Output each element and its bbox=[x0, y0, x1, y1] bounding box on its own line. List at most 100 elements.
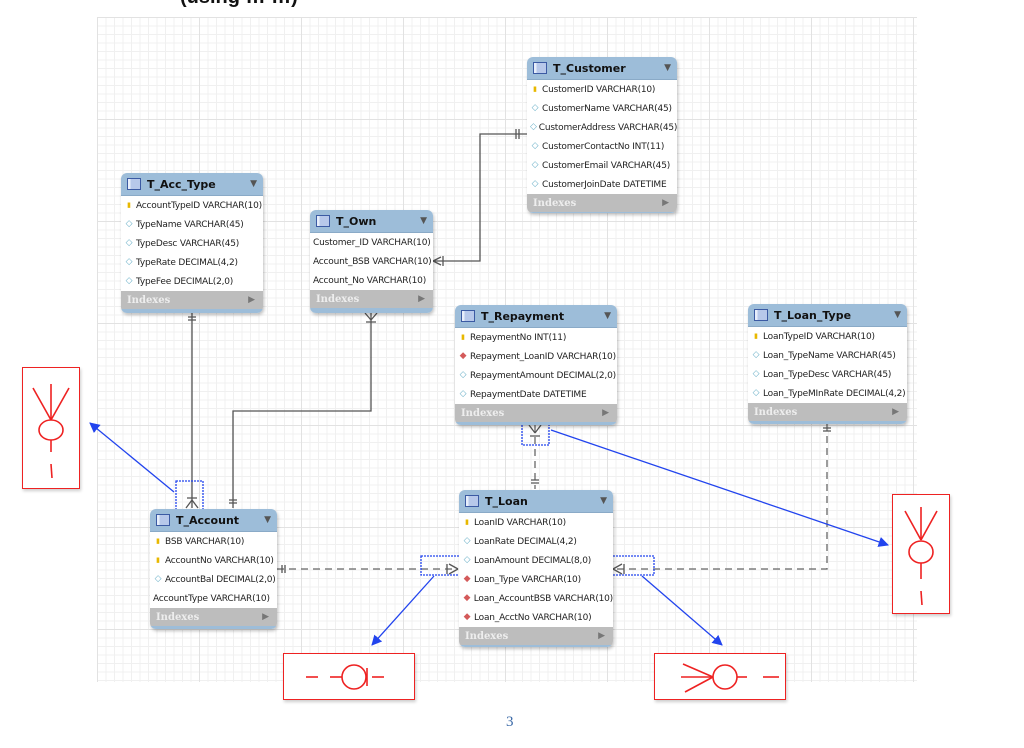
column-row[interactable]: ▮ BSB VARCHAR(10) bbox=[150, 532, 277, 551]
column-icon: ◇ bbox=[752, 350, 760, 360]
collapse-arrow-icon[interactable]: ▼ bbox=[600, 496, 607, 506]
indexes-section[interactable]: Indexes ▶ bbox=[121, 291, 263, 309]
table-footer bbox=[748, 421, 907, 424]
expand-arrow-icon[interactable]: ▶ bbox=[262, 612, 269, 622]
indexes-section[interactable]: Indexes ▶ bbox=[748, 403, 907, 421]
column-row[interactable]: ▮ CustomerID VARCHAR(10) bbox=[527, 80, 677, 99]
expand-arrow-icon[interactable]: ▶ bbox=[248, 295, 255, 305]
table-t-account[interactable]: T_Account ▼ ▮ BSB VARCHAR(10) ▮ AccountNo VA… bbox=[150, 509, 277, 629]
column-icon: ◇ bbox=[531, 103, 539, 113]
column-row[interactable]: ▮ AccountNo VARCHAR(10) bbox=[150, 551, 277, 570]
column-row[interactable]: ◇ AccountBal DECIMAL(2,0) bbox=[150, 570, 277, 589]
column-row[interactable]: ◇ CustomerEmail VARCHAR(45) bbox=[527, 156, 677, 175]
table-footer bbox=[150, 626, 277, 629]
column-row[interactable]: Account_BSB VARCHAR(10) bbox=[310, 252, 433, 271]
expand-arrow-icon[interactable]: ▶ bbox=[598, 631, 605, 641]
column-row[interactable]: ◇ TypeFee DECIMAL(2,0) bbox=[121, 272, 263, 291]
table-name: T_Customer bbox=[553, 61, 626, 75]
column-row[interactable]: ▮ LoanID VARCHAR(10) bbox=[459, 513, 613, 532]
column-row[interactable]: ◇ Loan_TypeName VARCHAR(45) bbox=[748, 346, 907, 365]
table-header[interactable]: T_Acc_Type ▼ bbox=[121, 173, 263, 196]
one-zero-one-icon bbox=[306, 664, 384, 690]
indexes-section[interactable]: Indexes ▶ bbox=[310, 290, 433, 308]
column-text: Account_BSB VARCHAR(10) bbox=[313, 256, 432, 267]
column-text: Repayment_LoanID VARCHAR(10) bbox=[470, 351, 616, 362]
table-icon bbox=[156, 514, 170, 526]
collapse-arrow-icon[interactable]: ▼ bbox=[420, 216, 427, 226]
table-t-repayment[interactable]: T_Repayment ▼ ▮ RepaymentNo INT(11) ◆ Repaym… bbox=[455, 305, 617, 425]
column-row[interactable]: ◆ Loan_AccountBSB VARCHAR(10) bbox=[459, 589, 614, 608]
table-t-loan[interactable]: T_Loan ▼ ▮ LoanID VARCHAR(10) ◇ LoanRate DEC… bbox=[459, 490, 613, 647]
table-t-loan-type[interactable]: T_Loan_Type ▼ ▮ LoanTypeID VARCHAR(10) ◇ Loa… bbox=[748, 304, 907, 424]
column-text: CustomerName VARCHAR(45) bbox=[542, 103, 672, 114]
column-row[interactable]: ◆ Repayment_LoanID VARCHAR(10) bbox=[455, 347, 617, 366]
column-row[interactable]: ◇ CustomerAddress VARCHAR(45) bbox=[527, 118, 677, 137]
column-icon: ◇ bbox=[463, 536, 471, 546]
expand-arrow-icon[interactable]: ▶ bbox=[418, 294, 425, 304]
column-row[interactable]: ◇ TypeName VARCHAR(45) bbox=[121, 215, 263, 234]
column-list: ▮ LoanTypeID VARCHAR(10) ◇ Loan_TypeName VA… bbox=[748, 327, 907, 403]
column-text: BSB VARCHAR(10) bbox=[165, 536, 245, 547]
collapse-arrow-icon[interactable]: ▼ bbox=[664, 63, 671, 73]
column-row[interactable]: ◇ TypeDesc VARCHAR(45) bbox=[121, 234, 263, 253]
expand-arrow-icon[interactable]: ▶ bbox=[662, 198, 669, 208]
primary-key-icon: ▮ bbox=[465, 518, 469, 526]
column-row[interactable]: Customer_ID VARCHAR(10) bbox=[310, 233, 433, 252]
column-row[interactable]: ◆ Loan_AcctNo VARCHAR(10) bbox=[459, 608, 613, 627]
column-text: Loan_TypeDesc VARCHAR(45) bbox=[763, 369, 892, 380]
column-row[interactable]: ◇ RepaymentDate DATETIME bbox=[455, 385, 617, 404]
expand-arrow-icon[interactable]: ▶ bbox=[602, 408, 609, 418]
table-t-own[interactable]: T_Own ▼ Customer_ID VARCHAR(10) Account_BS… bbox=[310, 210, 433, 313]
collapse-arrow-icon[interactable]: ▼ bbox=[250, 179, 257, 189]
indexes-section[interactable]: Indexes ▶ bbox=[527, 194, 677, 212]
column-row[interactable]: ◇ RepaymentAmount DECIMAL(2,0) bbox=[455, 366, 617, 385]
column-row[interactable]: ▮ RepaymentNo INT(11) bbox=[455, 328, 617, 347]
column-row[interactable]: AccountType VARCHAR(10) bbox=[150, 589, 277, 608]
indexes-section[interactable]: Indexes ▶ bbox=[150, 608, 277, 626]
table-icon bbox=[316, 215, 330, 227]
foreign-key-icon: ◆ bbox=[463, 593, 471, 603]
table-header[interactable]: T_Own ▼ bbox=[310, 210, 433, 233]
primary-key-icon: ▮ bbox=[533, 85, 537, 93]
column-text: TypeName VARCHAR(45) bbox=[136, 219, 244, 230]
column-row[interactable]: ◆ Loan_Type VARCHAR(10) bbox=[459, 570, 613, 589]
column-row[interactable]: ◇ CustomerName VARCHAR(45) bbox=[527, 99, 677, 118]
table-footer bbox=[455, 422, 617, 425]
column-row[interactable]: ▮ AccountTypeID VARCHAR(10) bbox=[121, 196, 263, 215]
foreign-key-icon: ◆ bbox=[459, 351, 467, 361]
column-row[interactable]: ◇ Loan_TypeMInRate DECIMAL(4,2) bbox=[748, 384, 907, 403]
column-row[interactable]: ◇ CustomerJoinDate DATETIME bbox=[527, 175, 677, 194]
column-text: LoanTypeID VARCHAR(10) bbox=[763, 331, 875, 342]
table-icon bbox=[754, 309, 768, 321]
collapse-arrow-icon[interactable]: ▼ bbox=[604, 311, 611, 321]
table-header[interactable]: T_Repayment ▼ bbox=[455, 305, 617, 328]
table-header[interactable]: T_Customer ▼ bbox=[527, 57, 677, 80]
column-list: ▮ BSB VARCHAR(10) ▮ AccountNo VARCHAR(10) ◇ A… bbox=[150, 532, 277, 608]
column-text: CustomerAddress VARCHAR(45) bbox=[538, 122, 677, 133]
column-row[interactable]: ◇ CustomerContactNo INT(11) bbox=[527, 137, 677, 156]
table-t-acc-type[interactable]: T_Acc_Type ▼ ▮ AccountTypeID VARCHAR(10) ◇ T… bbox=[121, 173, 263, 313]
column-row[interactable]: ◇ TypeRate DECIMAL(4,2) bbox=[121, 253, 263, 272]
collapse-arrow-icon[interactable]: ▼ bbox=[264, 515, 271, 525]
column-row[interactable]: ◇ LoanRate DECIMAL(4,2) bbox=[459, 532, 613, 551]
table-header[interactable]: T_Loan_Type ▼ bbox=[748, 304, 907, 327]
table-footer bbox=[310, 308, 433, 313]
column-icon: ◇ bbox=[125, 238, 133, 248]
column-row[interactable]: ◇ Loan_TypeDesc VARCHAR(45) bbox=[748, 365, 907, 384]
column-text: Loan_AcctNo VARCHAR(10) bbox=[474, 612, 592, 623]
column-row[interactable]: ◇ LoanAmount DECIMAL(8,0) bbox=[459, 551, 613, 570]
table-t-customer[interactable]: T_Customer ▼ ▮ CustomerID VARCHAR(10) ◇ Cust… bbox=[527, 57, 677, 213]
crowsfoot-zero-one-icon bbox=[32, 384, 70, 479]
notation-box-acctype bbox=[22, 367, 80, 489]
indexes-section[interactable]: Indexes ▶ bbox=[455, 404, 617, 422]
column-icon: ◇ bbox=[531, 179, 539, 189]
page-number: 3 bbox=[506, 714, 514, 730]
table-header[interactable]: T_Loan ▼ bbox=[459, 490, 613, 513]
indexes-label: Indexes bbox=[533, 197, 577, 209]
table-header[interactable]: T_Account ▼ bbox=[150, 509, 277, 532]
column-row[interactable]: ▮ LoanTypeID VARCHAR(10) bbox=[748, 327, 907, 346]
expand-arrow-icon[interactable]: ▶ bbox=[892, 407, 899, 417]
collapse-arrow-icon[interactable]: ▼ bbox=[894, 310, 901, 320]
indexes-section[interactable]: Indexes ▶ bbox=[459, 627, 613, 645]
column-row[interactable]: Account_No VARCHAR(10) bbox=[310, 271, 433, 290]
